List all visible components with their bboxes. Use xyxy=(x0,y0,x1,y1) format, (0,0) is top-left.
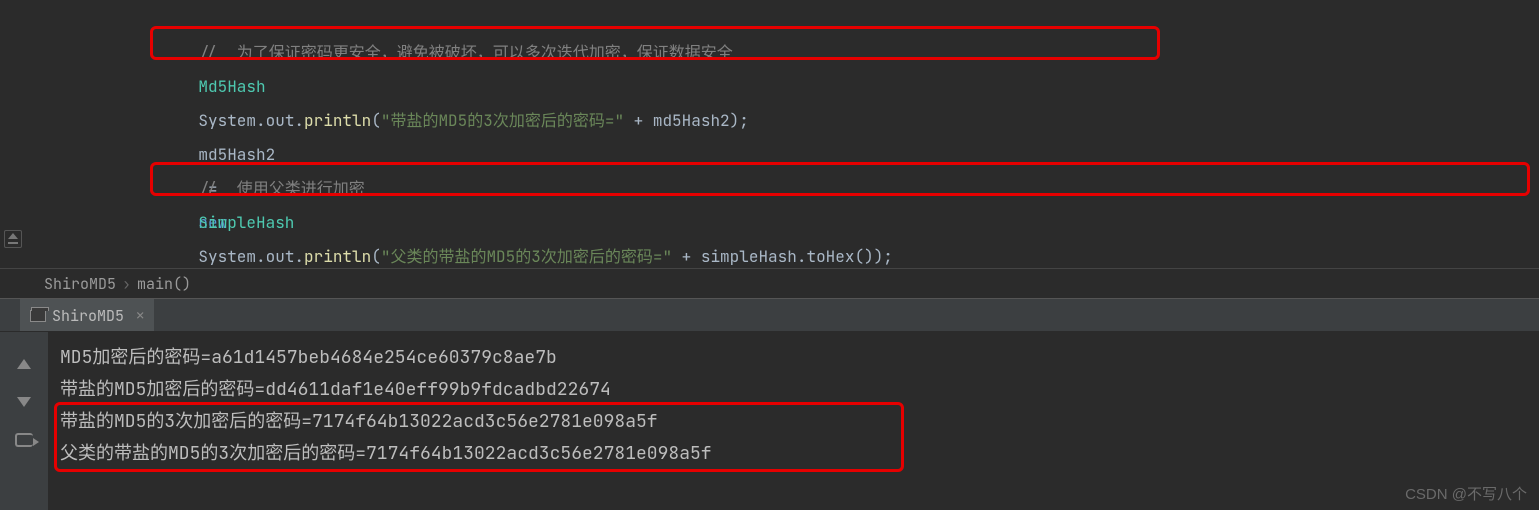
chevron-right-icon: › xyxy=(122,274,131,294)
code-line: SimpleHash simpleHash = new SimpleHash( … xyxy=(0,172,1539,206)
output-line: 父类的带盐的MD5的3次加密后的密码=7174f64b13022acd3c56e… xyxy=(60,438,1529,470)
breadcrumb[interactable]: ShiroMD5 › main() xyxy=(0,268,1539,298)
breadcrumb-item[interactable]: main() xyxy=(137,274,191,294)
output-line: 带盐的MD5的3次加密后的密码=7174f64b13022acd3c56e278… xyxy=(60,406,1529,438)
code-line: System.out.println("带盐的MD5的3次加密后的密码=" + … xyxy=(0,70,1539,104)
output-line: MD5加密后的密码=a61d1457beb4684e254ce60379c8ae… xyxy=(60,342,1529,374)
scroll-down-icon[interactable] xyxy=(14,392,34,412)
code-line: } xyxy=(0,240,1539,268)
scroll-up-icon[interactable] xyxy=(14,354,34,374)
code-line: Md5Hash md5Hash2 = new Md5Hash(password,… xyxy=(0,36,1539,70)
code-line: // 为了保证密码更安全，避免被破坏，可以多次迭代加密，保证数据安全 xyxy=(0,2,1539,36)
run-tab-bar: ShiroMD5 ✕ xyxy=(0,298,1539,332)
console-output[interactable]: MD5加密后的密码=a61d1457beb4684e254ce60379c8ae… xyxy=(48,332,1539,510)
run-tab[interactable]: ShiroMD5 ✕ xyxy=(20,299,154,331)
code-line: // 使用父类进行加密 xyxy=(0,138,1539,172)
code-line: System.out.println("父类的带盐的MD5的3次加密后的密码="… xyxy=(0,206,1539,240)
console-toolbar xyxy=(0,332,48,510)
code-editor[interactable]: // 为了保证密码更安全，避免被破坏，可以多次迭代加密，保证数据安全 Md5Ha… xyxy=(0,0,1539,268)
soft-wrap-icon[interactable] xyxy=(15,433,33,447)
code-line xyxy=(0,104,1539,138)
console-panel: MD5加密后的密码=a61d1457beb4684e254ce60379c8ae… xyxy=(0,332,1539,510)
collapse-icon[interactable] xyxy=(4,230,22,248)
close-icon[interactable]: ✕ xyxy=(136,307,144,325)
terminal-icon xyxy=(30,310,46,322)
breadcrumb-item[interactable]: ShiroMD5 xyxy=(44,274,116,294)
run-tab-label: ShiroMD5 xyxy=(52,306,124,326)
output-line: 带盐的MD5加密后的密码=dd4611daf1e40eff99b9fdcadbd… xyxy=(60,374,1529,406)
watermark: CSDN @不写八个 xyxy=(1405,483,1527,504)
